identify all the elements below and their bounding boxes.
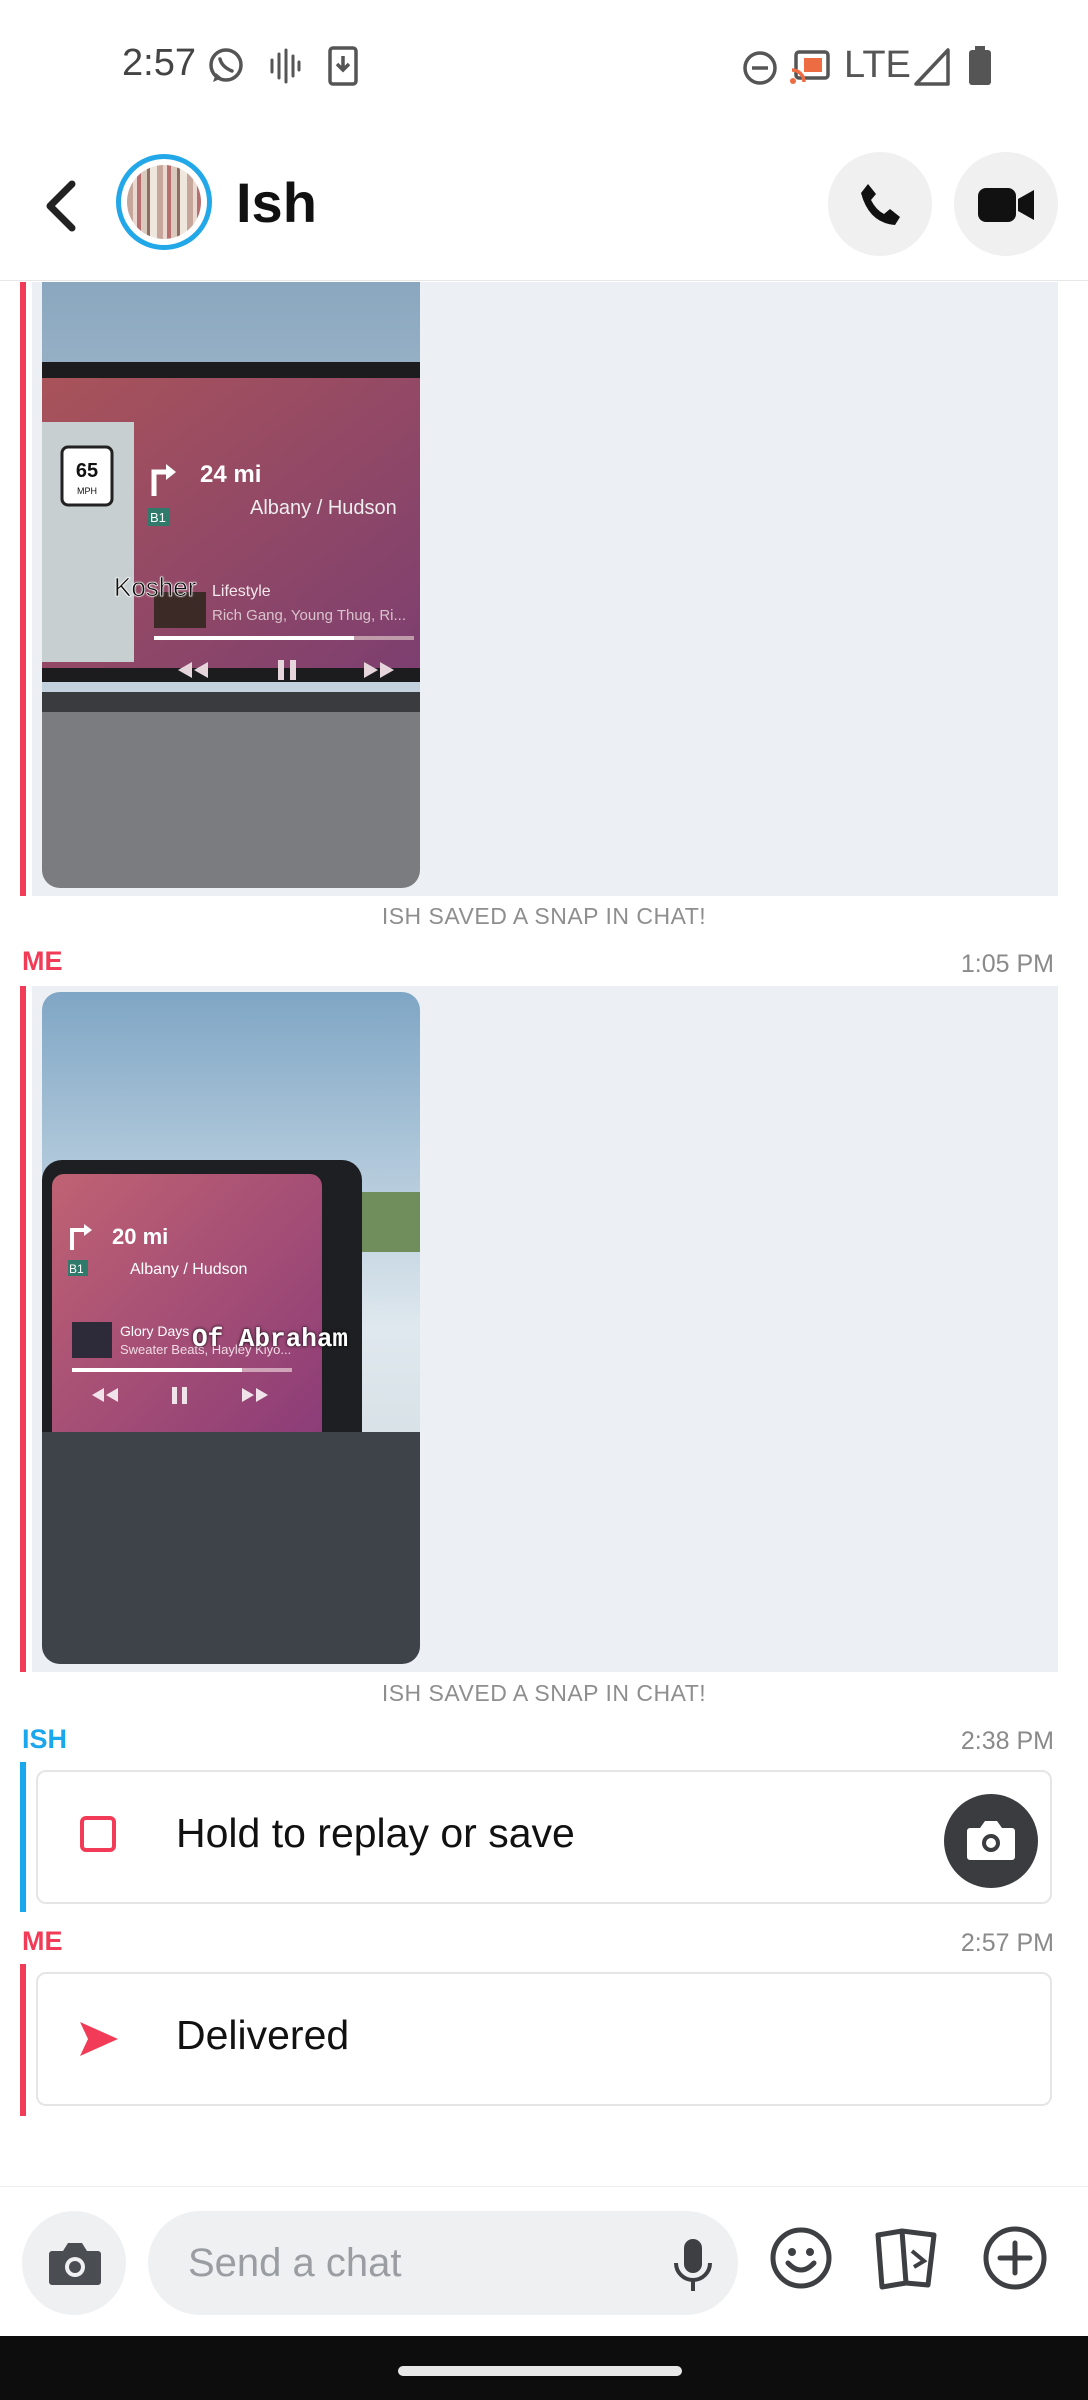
snap-message-card[interactable]: Hold to replay or save — [36, 1770, 1052, 1904]
chat-input-container[interactable] — [148, 2211, 738, 2315]
snap-caption: Of Abraham — [192, 1324, 349, 1354]
voicemail-icon — [270, 48, 301, 84]
status-time: 2:57 — [122, 42, 196, 84]
signal-icon — [914, 48, 950, 86]
sender-label: ISH — [22, 1724, 68, 1754]
video-camera-icon — [978, 188, 1034, 222]
snap1-song: Lifestyle — [212, 583, 271, 600]
whatsapp-icon — [209, 48, 243, 82]
sender-label: ME — [22, 946, 63, 976]
saved-snap-notice: ISH SAVED A SNAP IN CHAT! — [381, 1680, 707, 1706]
snap2-route: Albany / Hudson — [130, 1261, 247, 1278]
snap-thumbnail[interactable]: 65 MPH 24 mi B1 Albany / Hudson Lifestyl… — [42, 282, 420, 888]
snap1-route: Albany / Hudson — [250, 497, 397, 519]
chat-input[interactable] — [188, 2235, 628, 2291]
camera-button[interactable] — [22, 2211, 126, 2315]
cast-icon — [790, 50, 830, 84]
system-navigation-bar — [0, 2336, 1088, 2400]
snap2-route-badge: B1 — [69, 1262, 84, 1276]
message-sender-bar — [20, 1762, 26, 1912]
snap2-distance: 20 mi — [112, 1224, 168, 1249]
message-time: 2:57 PM — [960, 1929, 1054, 1957]
message-time: 1:05 PM — [960, 950, 1054, 978]
camera-icon — [49, 2243, 101, 2285]
plus-icon[interactable] — [980, 2223, 1050, 2293]
snap-caption: Kosher — [114, 572, 197, 603]
snap1-artist: Rich Gang, Young Thug, Ri... — [212, 607, 406, 624]
reply-camera-button[interactable] — [944, 1794, 1038, 1888]
avatar[interactable] — [116, 154, 212, 250]
snap-image-car-display: 65 MPH 24 mi B1 Albany / Hudson Lifestyl… — [42, 282, 420, 888]
snap-thumbnail[interactable]: 20 mi B1 Albany / Hudson Glory Days Swea… — [42, 992, 420, 1664]
home-gesture-pill[interactable] — [398, 2366, 682, 2376]
message-time: 2:38 PM — [960, 1727, 1054, 1755]
snap1-route-badge: B1 — [150, 510, 166, 525]
sender-label: ME — [22, 1926, 63, 1956]
message-sender-bar — [20, 282, 26, 896]
speed-sign-value: 65 — [76, 460, 98, 482]
phone-icon — [861, 184, 900, 225]
download-icon — [328, 46, 358, 86]
saved-snap-notice: ISH SAVED A SNAP IN CHAT! — [381, 903, 707, 929]
delivered-arrow-icon — [80, 2022, 118, 2056]
video-call-button[interactable] — [954, 152, 1058, 256]
snap1-distance: 24 mi — [200, 461, 261, 488]
snap-message-card[interactable]: Delivered — [36, 1972, 1052, 2106]
network-type: LTE — [844, 44, 911, 86]
snap-status-text: Hold to replay or save — [176, 1810, 575, 1856]
chat-input-bar — [0, 2186, 1088, 2337]
snap-media-panel: 20 mi B1 Albany / Hudson Glory Days Swea… — [32, 986, 1058, 1672]
emoji-icon[interactable] — [766, 2223, 836, 2293]
message-sender-bar — [20, 1964, 26, 2116]
do-not-disturb-icon — [743, 51, 777, 85]
snap2-song: Glory Days — [120, 1323, 189, 1339]
speed-sign-unit: MPH — [77, 486, 97, 496]
status-bar: 2:57 LTE — [0, 0, 1088, 132]
stickers-cards-icon[interactable] — [872, 2223, 942, 2293]
contact-name[interactable]: Ish — [236, 170, 317, 235]
voice-call-button[interactable] — [828, 152, 932, 256]
microphone-icon[interactable] — [668, 2237, 718, 2293]
message-sender-bar — [20, 986, 26, 1672]
battery-icon — [969, 46, 991, 85]
snap-media-panel: 65 MPH 24 mi B1 Albany / Hudson Lifestyl… — [32, 282, 1058, 896]
back-arrow-icon[interactable] — [40, 178, 84, 234]
snap-status-text: Delivered — [176, 2012, 350, 2058]
camera-icon — [967, 1821, 1015, 1860]
chat-header: Ish — [0, 132, 1088, 281]
unopened-snap-icon — [80, 1816, 116, 1852]
